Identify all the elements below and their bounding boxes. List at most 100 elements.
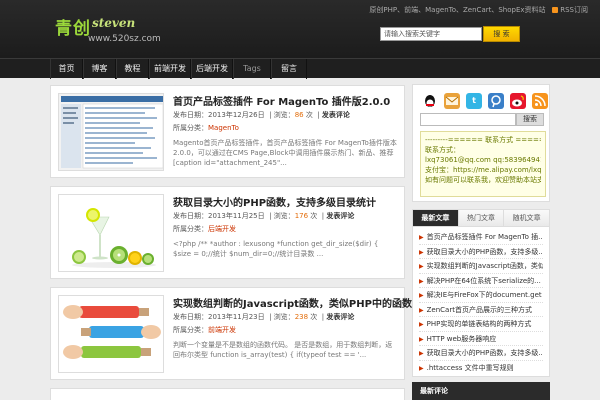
post-meta: 发布日期：2013年12月26日 | 浏览：86 次 | 发表评论 <box>173 111 350 119</box>
rss-link[interactable]: RSS订阅 <box>548 6 588 14</box>
date-label: 发布日期： <box>173 212 208 220</box>
post-title[interactable]: 首页产品标签插件 For MagenTo 插件版2.0.0 <box>173 93 390 108</box>
list-item-label: 解决PHP在64位系统下serialize的... <box>426 276 541 285</box>
post-title[interactable]: 实现数组判断的Javascript函数，类似PHP中的函数 <box>173 295 412 310</box>
list-item-label: ZenCart首页产品展示的三种方式 <box>426 305 532 314</box>
post-meta: 发布日期：2013年11月23日 | 浏览：238 次 | 发表评论 <box>173 313 355 321</box>
logo-english[interactable]: steven <box>92 16 135 30</box>
contact-note: 如有问题可以联系我，欢迎赞助本站支持原创 <box>425 176 541 184</box>
post-thumbnail[interactable] <box>58 295 164 373</box>
alipay-link[interactable]: 支付宝：https://me.alipay.com/lxq73061 <box>425 165 541 175</box>
post-thumbnail[interactable] <box>58 93 164 171</box>
post-thumbnail[interactable] <box>58 194 164 272</box>
sina-weibo-icon[interactable] <box>510 93 526 109</box>
qq-weibo-icon[interactable] <box>488 93 504 109</box>
post-card: 实现数组判断的Javascript函数，类似PHP中的函数 发布日期：2013年… <box>50 287 412 380</box>
list-item[interactable]: ▶ ZenCart首页产品展示的三种方式 <box>419 303 543 317</box>
logo-chinese[interactable]: 青创 <box>55 14 91 39</box>
post-category: 所属分类：前端开发 <box>173 325 236 335</box>
list-item[interactable]: ▶ 获取目录大小的PHP函数，支持多级... <box>419 245 543 259</box>
top-links: 原创PHP、前端、MagenTo、ZenCart、ShopEx资料站 RSS订阅 <box>369 5 588 15</box>
arrow-right-icon: ▶ <box>419 277 424 285</box>
contact-label: 联系方式： <box>425 146 460 154</box>
date-label: 发布日期： <box>173 111 208 119</box>
arrow-right-icon: ▶ <box>419 364 424 372</box>
search-button[interactable]: 搜 索 <box>483 26 520 42</box>
nav-item-blog[interactable]: 博客 <box>83 59 116 79</box>
post-excerpt: Magento首页产品标签插件，首页产品标签插件 For MagenTo插件版本… <box>173 139 397 167</box>
tab-popular-posts[interactable]: 热门文章 <box>458 210 505 226</box>
post-title[interactable]: 获取目录大小的PHP函数，支持多级目录统计 <box>173 194 376 209</box>
comments-link[interactable]: 发表评论 <box>322 111 350 119</box>
views-unit: 次 <box>310 313 318 321</box>
category-link[interactable]: 前端开发 <box>208 326 236 334</box>
arrow-right-icon: ▶ <box>419 350 424 357</box>
comments-link[interactable]: 发表评论 <box>326 313 354 321</box>
arrow-right-icon: ▶ <box>419 234 424 241</box>
list-item[interactable]: ▶ PHP实现的单链表结构的两种方式 <box>419 317 543 332</box>
fruit-thumbnail-image <box>59 195 163 271</box>
nav-item-frontend[interactable]: 前端开发 <box>149 59 191 79</box>
site-tagline-link[interactable]: 原创PHP、前端、MagenTo、ZenCart、ShopEx资料站 <box>369 6 545 14</box>
views-unit: 次 <box>310 212 318 220</box>
list-item[interactable]: ▶ HTTP web服务器响应 <box>419 332 543 346</box>
views-label: 浏览： <box>273 313 295 321</box>
category-link[interactable]: MagenTo <box>208 124 239 132</box>
post-category: 所属分类：后端开发 <box>173 224 236 234</box>
category-label: 所属分类： <box>173 326 208 334</box>
qq-icon[interactable] <box>422 93 438 109</box>
nav-item-tutorial[interactable]: 教程 <box>116 59 149 79</box>
nav-item-guestbook[interactable]: 留言 <box>271 59 307 79</box>
list-item[interactable]: ▶解决IE与FireFox下的document.get event... <box>419 288 543 303</box>
nav-item-home[interactable]: 首页 <box>50 59 83 79</box>
post-excerpt: 判断一个变量是不是数组的函数代码。 是否是数组，用于数组判断，返回布尔类型 fu… <box>173 341 393 359</box>
post-card <box>50 388 405 400</box>
list-item[interactable]: ▶ 首页产品标签插件 For MagenTo 插... <box>419 230 543 245</box>
list-item[interactable]: ▶ .httaccess 文件中重写规则 <box>419 361 543 376</box>
sidebar-social-box: t 搜索 ---------====== 联系方式 ======--------… <box>412 84 550 202</box>
rss-label: RSS订阅 <box>560 6 588 14</box>
list-item[interactable]: ▶ 获取目录大小的PHP函数，支持多级... <box>419 346 543 361</box>
nav-item-tags[interactable]: Tags <box>233 59 271 79</box>
arrow-right-icon: ▶ <box>419 306 424 314</box>
sidebar-post-list: ▶ 首页产品标签插件 For MagenTo 插... ▶ 获取目录大小的PHP函数… <box>412 227 550 377</box>
tab-random-posts[interactable]: 随机文章 <box>504 210 550 226</box>
list-item-label: 获取目录大小的PHP函数，支持多级... <box>426 247 543 256</box>
views-label: 浏览： <box>273 111 295 119</box>
list-item-label: 获取目录大小的PHP函数，支持多级... <box>426 349 543 357</box>
sidebar-tabs: 最新文章 热门文章 随机文章 <box>412 209 550 227</box>
views-count: 176 <box>294 212 309 220</box>
category-link[interactable]: 后端开发 <box>208 225 236 233</box>
arrow-right-icon: ▶ <box>419 321 424 328</box>
contact-email: lxq73061@qq.com qq:583964941 <box>425 156 541 164</box>
comments-link[interactable]: 发表评论 <box>326 212 354 220</box>
views-count: 238 <box>294 313 309 321</box>
rss-icon[interactable] <box>532 93 548 109</box>
tab-latest-posts[interactable]: 最新文章 <box>413 210 459 226</box>
post-excerpt: <?php /** *author : lexusong *function g… <box>173 240 379 258</box>
twitter-icon[interactable]: t <box>466 93 482 109</box>
nav-item-backend[interactable]: 后端开发 <box>191 59 233 79</box>
sidebar-search-button[interactable]: 搜索 <box>516 113 544 126</box>
logo-url: www.520sz.com <box>88 34 161 44</box>
arrow-right-icon: ▶ <box>419 248 424 256</box>
list-item[interactable]: ▶实现数组判断的Javascript函数，类似PHP... <box>419 259 543 274</box>
contact-divider: ---------====== 联系方式 ======--------- <box>425 136 541 144</box>
search-input[interactable]: 请输入搜索关键字 <box>380 27 482 41</box>
post-category: 所属分类：MagenTo <box>173 123 239 133</box>
views-label: 浏览： <box>273 212 295 220</box>
post-date: 2013年11月25日 <box>208 212 265 220</box>
screenshot-thumbnail-image <box>59 94 163 170</box>
arrow-right-icon: ▶ <box>419 292 424 299</box>
arrow-right-icon: ▶ <box>419 335 424 343</box>
list-item-label: HTTP web服务器响应 <box>426 334 497 343</box>
date-label: 发布日期： <box>173 313 208 321</box>
post-date: 2013年11月23日 <box>208 313 265 321</box>
alipay-label: 支付宝： <box>425 166 453 174</box>
sidebar-search-input[interactable] <box>420 113 516 126</box>
list-item-label: .httaccess 文件中重写规则 <box>426 363 514 372</box>
list-item[interactable]: ▶ 解决PHP在64位系统下serialize的... <box>419 274 543 288</box>
post-date: 2013年12月26日 <box>208 111 265 119</box>
alipay-url: https://me.alipay.com/lxq73061 <box>453 166 541 174</box>
mail-icon[interactable] <box>444 93 460 109</box>
